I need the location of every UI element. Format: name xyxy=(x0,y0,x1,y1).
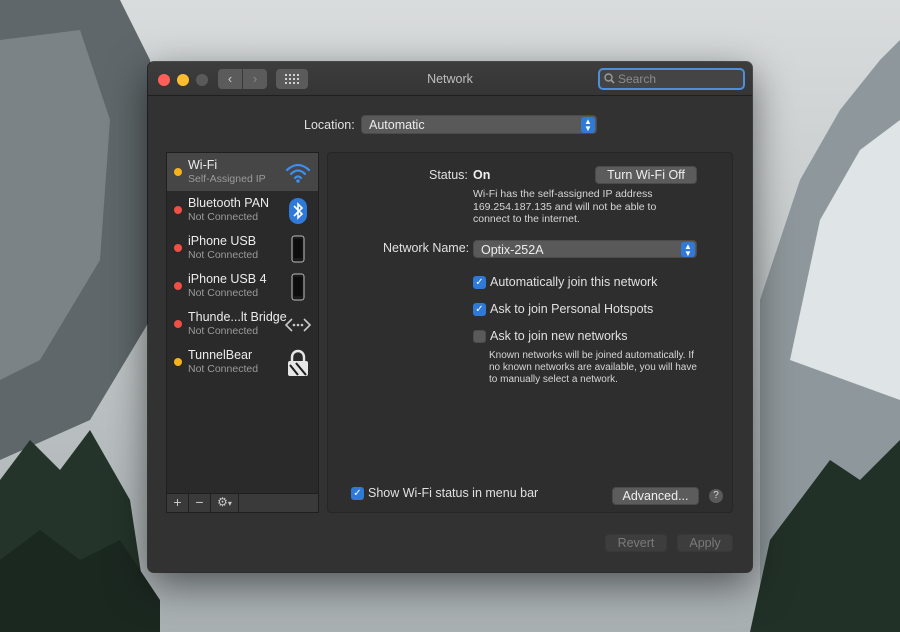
add-service-button[interactable]: + xyxy=(167,494,189,512)
service-item-iphone-usb-4[interactable]: iPhone USB 4 Not Connected xyxy=(167,267,318,305)
apply-button[interactable]: Apply xyxy=(677,534,733,552)
status-label: Status: xyxy=(429,168,468,182)
service-status: Not Connected xyxy=(188,249,259,261)
service-name: iPhone USB 4 xyxy=(188,272,267,286)
plus-icon: + xyxy=(173,494,182,510)
service-name: Bluetooth PAN xyxy=(188,196,270,210)
status-dot xyxy=(174,206,182,214)
location-popup[interactable]: Automatic ▲ ▼ xyxy=(361,115,597,134)
wifi-icon xyxy=(285,163,311,183)
service-list: Wi-Fi Self-Assigned IP Bluetooth PAN Not… xyxy=(166,152,319,494)
ask-new-networks-checkbox[interactable] xyxy=(473,330,486,343)
iphone-icon xyxy=(291,235,305,263)
network-name-label: Network Name: xyxy=(383,241,470,255)
status-dot xyxy=(174,358,182,366)
service-name: Thunde...lt Bridge xyxy=(188,310,287,324)
search-icon xyxy=(604,73,615,84)
status-value: On xyxy=(473,168,491,182)
vpn-lock-icon xyxy=(288,349,308,376)
bluetooth-icon xyxy=(289,198,307,224)
chevron-down-icon: ▾ xyxy=(227,499,232,508)
status-description-line: 169.254.187.135 and will not be able to xyxy=(473,200,657,213)
action-menu-button[interactable]: ⚙▾ xyxy=(211,494,239,512)
auto-join-checkbox[interactable]: ✓ xyxy=(473,276,486,289)
popup-arrows-icon: ▲ ▼ xyxy=(581,117,595,133)
status-dot xyxy=(174,282,182,290)
service-status: Not Connected xyxy=(188,363,259,375)
network-preferences-window: ‹ › Network Search Location: Automatic ▲… xyxy=(148,62,752,572)
revert-button[interactable]: Revert xyxy=(605,534,667,552)
location-label: Location: xyxy=(304,118,355,132)
status-description-line: Wi-Fi has the self-assigned IP address xyxy=(473,188,653,200)
status-dot xyxy=(174,320,182,328)
network-name-value: Optix-252A xyxy=(481,243,544,257)
service-status: Not Connected xyxy=(188,211,259,223)
location-value: Automatic xyxy=(369,118,425,132)
ask-new-networks-label: Ask to join new networks xyxy=(490,329,628,343)
status-dot xyxy=(174,244,182,252)
search-placeholder: Search xyxy=(618,72,657,86)
gear-icon: ⚙ xyxy=(217,495,228,509)
service-list-toolbar: + − ⚙▾ xyxy=(166,494,319,513)
status-dot xyxy=(174,168,182,176)
service-name: iPhone USB xyxy=(188,234,257,248)
service-item-iphone-usb[interactable]: iPhone USB Not Connected xyxy=(167,229,318,267)
service-item-thunderbolt-bridge[interactable]: Thunde...lt Bridge Not Connected xyxy=(167,305,318,343)
help-button[interactable]: ? xyxy=(709,489,723,503)
known-networks-note-line: Known networks will be joined automatica… xyxy=(489,350,694,361)
service-item-wifi[interactable]: Wi-Fi Self-Assigned IP xyxy=(167,153,318,191)
status-description-line: connect to the internet. xyxy=(473,213,580,225)
service-name: Wi-Fi xyxy=(188,158,218,172)
known-networks-note-line: no known networks are available, you wil… xyxy=(489,362,697,373)
show-wifi-status-label: Show Wi-Fi status in menu bar xyxy=(368,486,539,500)
remove-service-button[interactable]: − xyxy=(189,494,211,512)
service-item-bluetooth-pan[interactable]: Bluetooth PAN Not Connected xyxy=(167,191,318,229)
service-item-tunnelbear[interactable]: TunnelBear Not Connected xyxy=(167,343,318,381)
minus-icon: − xyxy=(195,494,204,510)
service-status: Self-Assigned IP xyxy=(188,173,266,185)
auto-join-label: Automatically join this network xyxy=(490,275,658,289)
service-status: Not Connected xyxy=(188,325,259,337)
service-status: Not Connected xyxy=(188,287,259,299)
personal-hotspots-checkbox[interactable]: ✓ xyxy=(473,303,486,316)
show-wifi-status-checkbox[interactable]: ✓ xyxy=(351,487,364,500)
title-bar: ‹ › Network Search xyxy=(148,62,752,96)
service-name: TunnelBear xyxy=(188,348,253,362)
advanced-button[interactable]: Advanced... xyxy=(612,487,699,505)
network-name-popup[interactable]: Optix-252A ▲ ▼ xyxy=(473,240,697,258)
turn-wifi-off-button[interactable]: Turn Wi-Fi Off xyxy=(595,166,697,184)
iphone-icon xyxy=(291,273,305,301)
bridge-icon xyxy=(284,318,312,332)
known-networks-note: Known networks will be joined automatica… xyxy=(489,350,719,386)
personal-hotspots-label: Ask to join Personal Hotspots xyxy=(490,302,654,316)
status-description: Wi-Fi has the self-assigned IP address 1… xyxy=(473,188,703,226)
known-networks-note-line: to manually select a network. xyxy=(489,374,618,385)
wifi-detail-pane: Status: On Turn Wi-Fi Off Wi-Fi has the … xyxy=(327,152,733,513)
popup-arrows-icon: ▲ ▼ xyxy=(681,242,695,258)
search-field[interactable]: Search xyxy=(598,68,745,90)
